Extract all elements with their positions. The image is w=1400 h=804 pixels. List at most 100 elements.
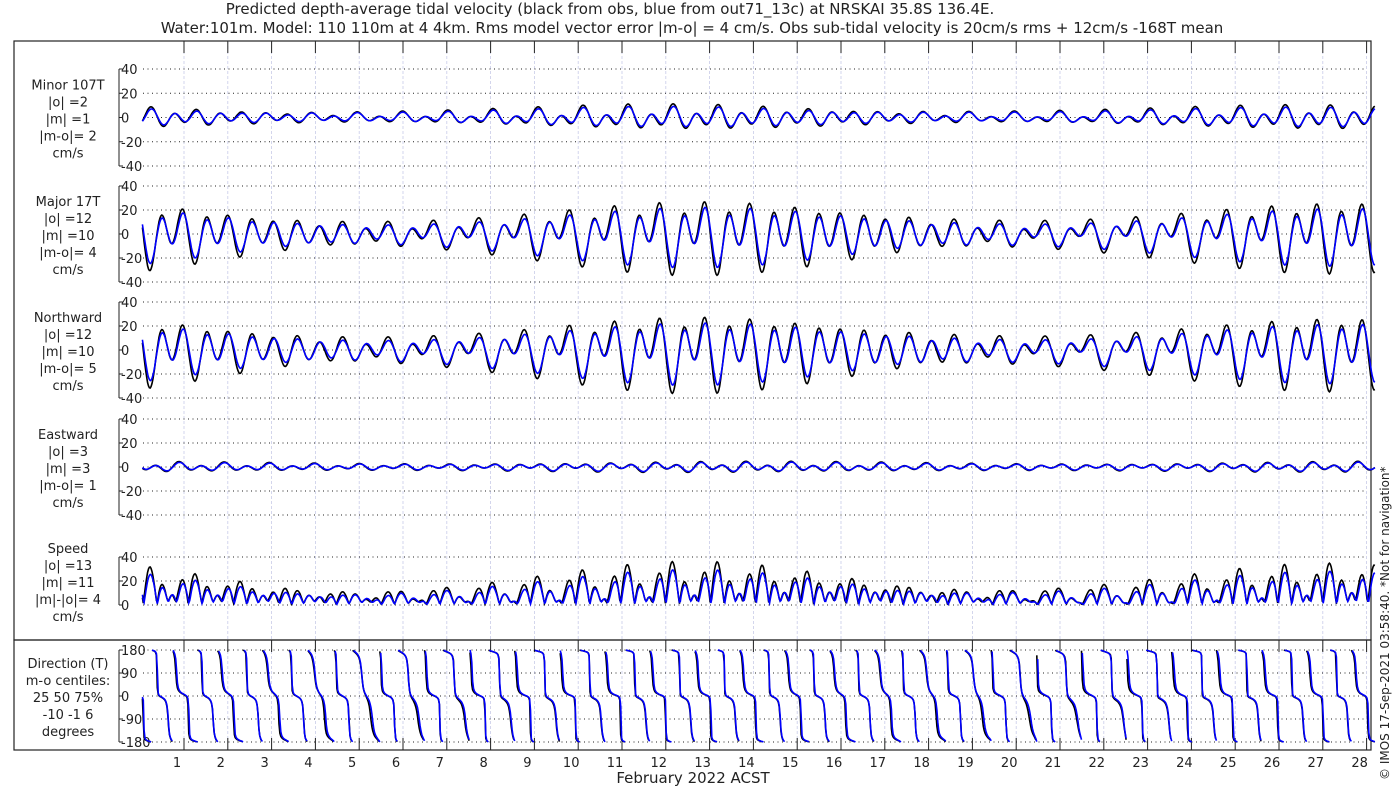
panel-label-line: |m-o|= 1	[39, 479, 97, 494]
y-tick-label: 40	[121, 296, 138, 311]
obs-series-north	[141, 316, 1376, 395]
x-tick-label: 18	[913, 756, 930, 771]
model-series-direction	[829, 649, 856, 743]
panel-label-line: |o| =13	[44, 559, 92, 574]
model-series-minor	[141, 105, 1376, 128]
panel-label-line: |m| =10	[42, 345, 95, 360]
y-tick-label: -20	[121, 252, 142, 267]
panel-label-line: |o| =2	[48, 96, 88, 111]
model-series-direction	[307, 649, 335, 743]
panel-label-line: |m-o|= 2	[39, 130, 97, 145]
upper-frame	[13, 40, 1372, 641]
y-tick-label: 0	[121, 228, 129, 243]
model-series-direction	[534, 649, 561, 741]
obs-series-direction	[1283, 649, 1307, 742]
model-series-direction	[262, 650, 290, 743]
model-series-east	[141, 461, 1376, 473]
x-tick-label: 5	[348, 756, 356, 771]
panel-label-line: Minor 107T	[31, 79, 104, 94]
x-tick-label: 4	[304, 756, 312, 771]
x-tick-label: 27	[1308, 756, 1325, 771]
panel-label-line: |m| =10	[42, 229, 95, 244]
x-tick-label: 10	[563, 756, 580, 771]
panel-label-line: cm/s	[53, 610, 84, 625]
obs-series-east	[141, 460, 1376, 474]
panel-speed: Speed |o| =13 |m| =11 |m|-|o|= 4 cm/s 40 20 0	[35, 542, 1376, 625]
panel-minor: Minor 107T |o| =2 |m| =1 |m-o|= 2 cm/s 40 20 0 -…	[31, 63, 1376, 175]
tidal-velocity-chart: Predicted depth-average tidal velocity (…	[13, 0, 1392, 787]
grid-layer: 1 2 3 4 5 6 7 8 9 10 11 12 13 14 15 16 17 18 19 20 21 22 23 24 2…	[173, 41, 1368, 771]
panel-label-line: -10 -1 6	[43, 708, 94, 723]
x-tick-label: 24	[1176, 756, 1193, 771]
model-series-direction	[353, 649, 381, 743]
y-tick-label: 20	[121, 204, 138, 219]
x-tick-label: 23	[1132, 756, 1149, 771]
y-tick-label: -40	[121, 392, 142, 407]
obs-series-direction	[261, 649, 289, 743]
x-tick-label: 9	[523, 756, 531, 771]
panel-label-line: Direction (T)	[28, 657, 109, 672]
y-tick-label: 40	[121, 413, 138, 428]
y-tick-label: -40	[121, 276, 142, 291]
panel-label-line: m-o centiles:	[26, 674, 111, 689]
x-tick-label: 3	[260, 756, 268, 771]
obs-series-direction	[625, 649, 650, 741]
model-series-direction	[1010, 649, 1038, 742]
x-axis-label: February 2022 ACST	[616, 769, 770, 787]
x-tick-label: 20	[1001, 756, 1018, 771]
panel-label-line: Northward	[34, 311, 102, 326]
y-tick-label: -20	[121, 485, 142, 500]
model-series-direction	[717, 649, 740, 742]
panel-label-line: |o| =3	[48, 445, 88, 460]
y-tick-label: 20	[121, 320, 138, 335]
y-tick-label: 0	[121, 344, 129, 359]
panel-label-line: cm/s	[53, 379, 84, 394]
y-tick-label: 40	[121, 551, 138, 566]
chart-title-line-2: Water:101m. Model: 110 110m at 4 4km. Rm…	[161, 19, 1224, 37]
model-series-direction	[1216, 650, 1238, 743]
panel-label-line: cm/s	[53, 147, 84, 162]
model-series-direction	[919, 649, 947, 742]
y-tick-label: -40	[121, 509, 142, 524]
model-series-direction	[964, 649, 992, 742]
model-series-direction	[1145, 649, 1173, 742]
x-tick-label: 19	[957, 756, 974, 771]
y-tick-label: -20	[121, 136, 142, 151]
panel-label-line: |m| =1	[46, 113, 91, 128]
model-series-direction	[514, 651, 535, 743]
x-tick-label: 6	[392, 756, 400, 771]
y-tick-label: -20	[121, 368, 142, 383]
x-tick-label: 1	[173, 756, 181, 771]
panel-label-line: |o| =12	[44, 212, 92, 227]
model-series-direction	[1036, 659, 1056, 743]
y-tick-label: 180	[121, 644, 146, 659]
panel-label-line: Speed	[48, 542, 89, 557]
y-tick-label: 40	[121, 63, 138, 78]
panel-north: Northward |o| =12 |m| =10 |m-o|= 5 cm/s 40 20 0…	[34, 296, 1376, 407]
x-tick-label: 17	[870, 756, 887, 771]
x-tick-label: 28	[1351, 756, 1368, 771]
model-series-direction	[1100, 649, 1127, 739]
y-tick-label: 20	[121, 575, 138, 590]
y-tick-label: 20	[121, 437, 138, 452]
y-tick-label: 20	[121, 87, 138, 102]
y-tick-label: 0	[121, 461, 129, 476]
y-tick-label: 0	[121, 690, 129, 705]
x-tick-label: 8	[479, 756, 487, 771]
y-tick-label: 0	[121, 599, 129, 614]
panel-label-line: |m| =11	[42, 576, 95, 591]
x-tick-label: 22	[1089, 756, 1106, 771]
x-tick-label: 25	[1220, 756, 1237, 771]
obs-series-direction	[874, 650, 901, 743]
model-series-direction	[901, 650, 920, 743]
model-series-direction	[1171, 652, 1193, 743]
y-tick-label: 90	[121, 667, 138, 682]
panel-major: Major 17T |o| =12 |m| =10 |m-o|= 4 cm/s 40 20 0…	[36, 180, 1376, 291]
panel-label-line: degrees	[42, 725, 95, 740]
x-tick-label: 2	[217, 756, 225, 771]
model-series-direction	[764, 649, 786, 743]
panel-label-line: |m-o|= 5	[39, 362, 97, 377]
chart-title-line-1: Predicted depth-average tidal velocity (…	[226, 0, 995, 19]
panel-east: Eastward |o| =3 |m| =3 |m-o|= 1 cm/s 40 20 0 -20…	[38, 413, 1376, 524]
obs-series-direction	[1330, 649, 1352, 742]
